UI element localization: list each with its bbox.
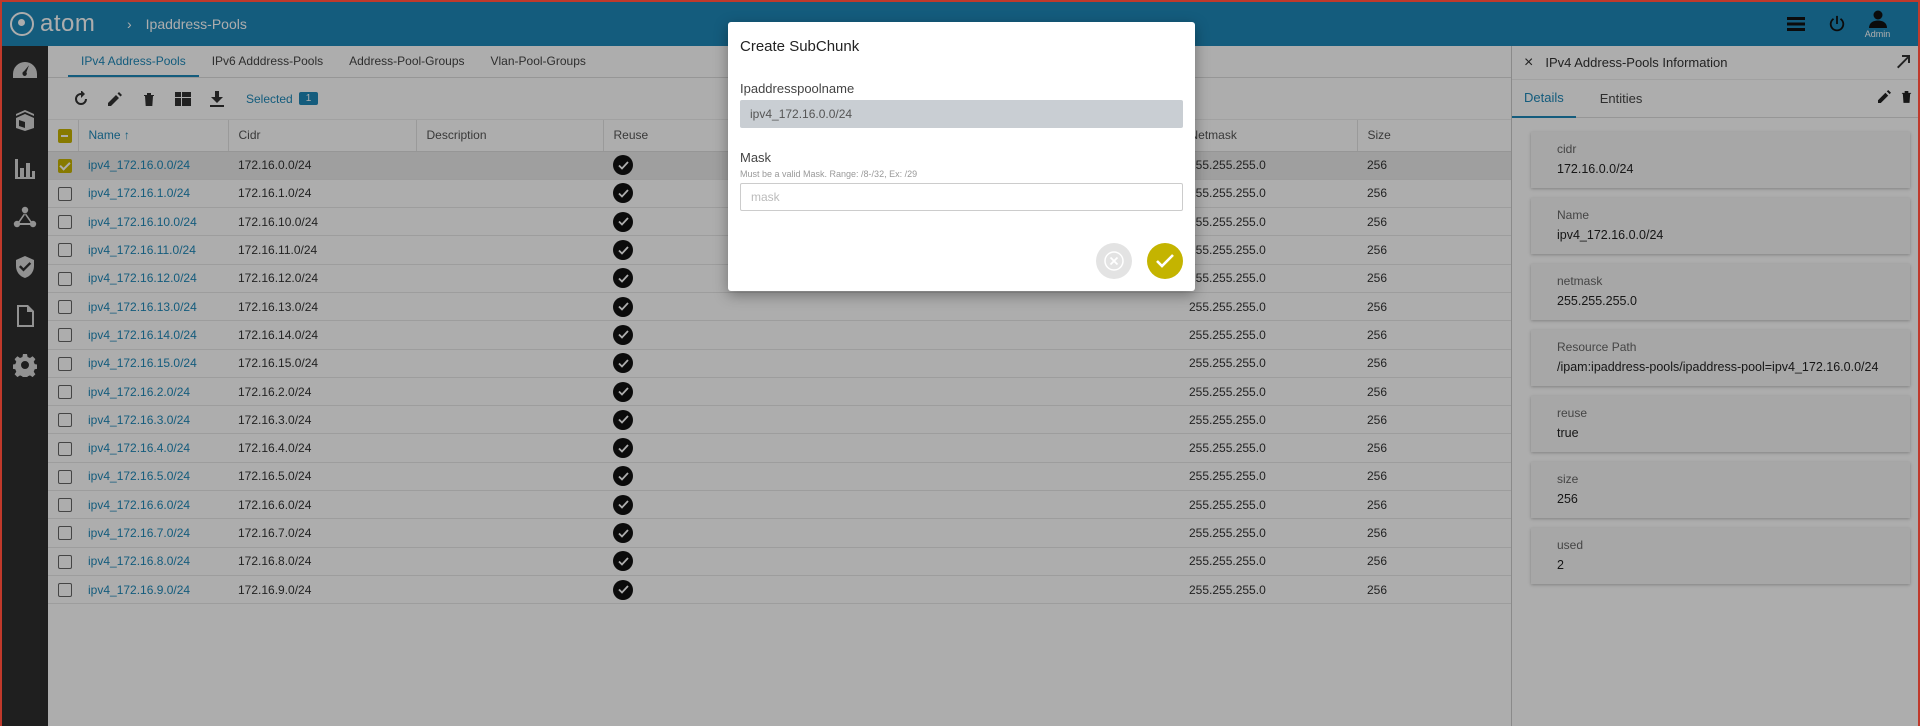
confirm-button[interactable] <box>1147 243 1183 279</box>
mask-field[interactable] <box>740 183 1183 211</box>
dialog-title: Create SubChunk <box>740 38 860 55</box>
mask-label: Mask <box>740 150 772 165</box>
close-icon <box>1104 251 1124 271</box>
poolname-field[interactable] <box>740 100 1183 128</box>
mask-hint: Must be a valid Mask. Range: /8-/32, Ex:… <box>740 169 918 179</box>
checkmark-icon <box>1156 254 1174 268</box>
create-subchunk-dialog: Create SubChunk Ipaddresspoolname Mask M… <box>728 22 1195 291</box>
cancel-button[interactable] <box>1096 243 1132 279</box>
poolname-label: Ipaddresspoolname <box>740 81 855 96</box>
